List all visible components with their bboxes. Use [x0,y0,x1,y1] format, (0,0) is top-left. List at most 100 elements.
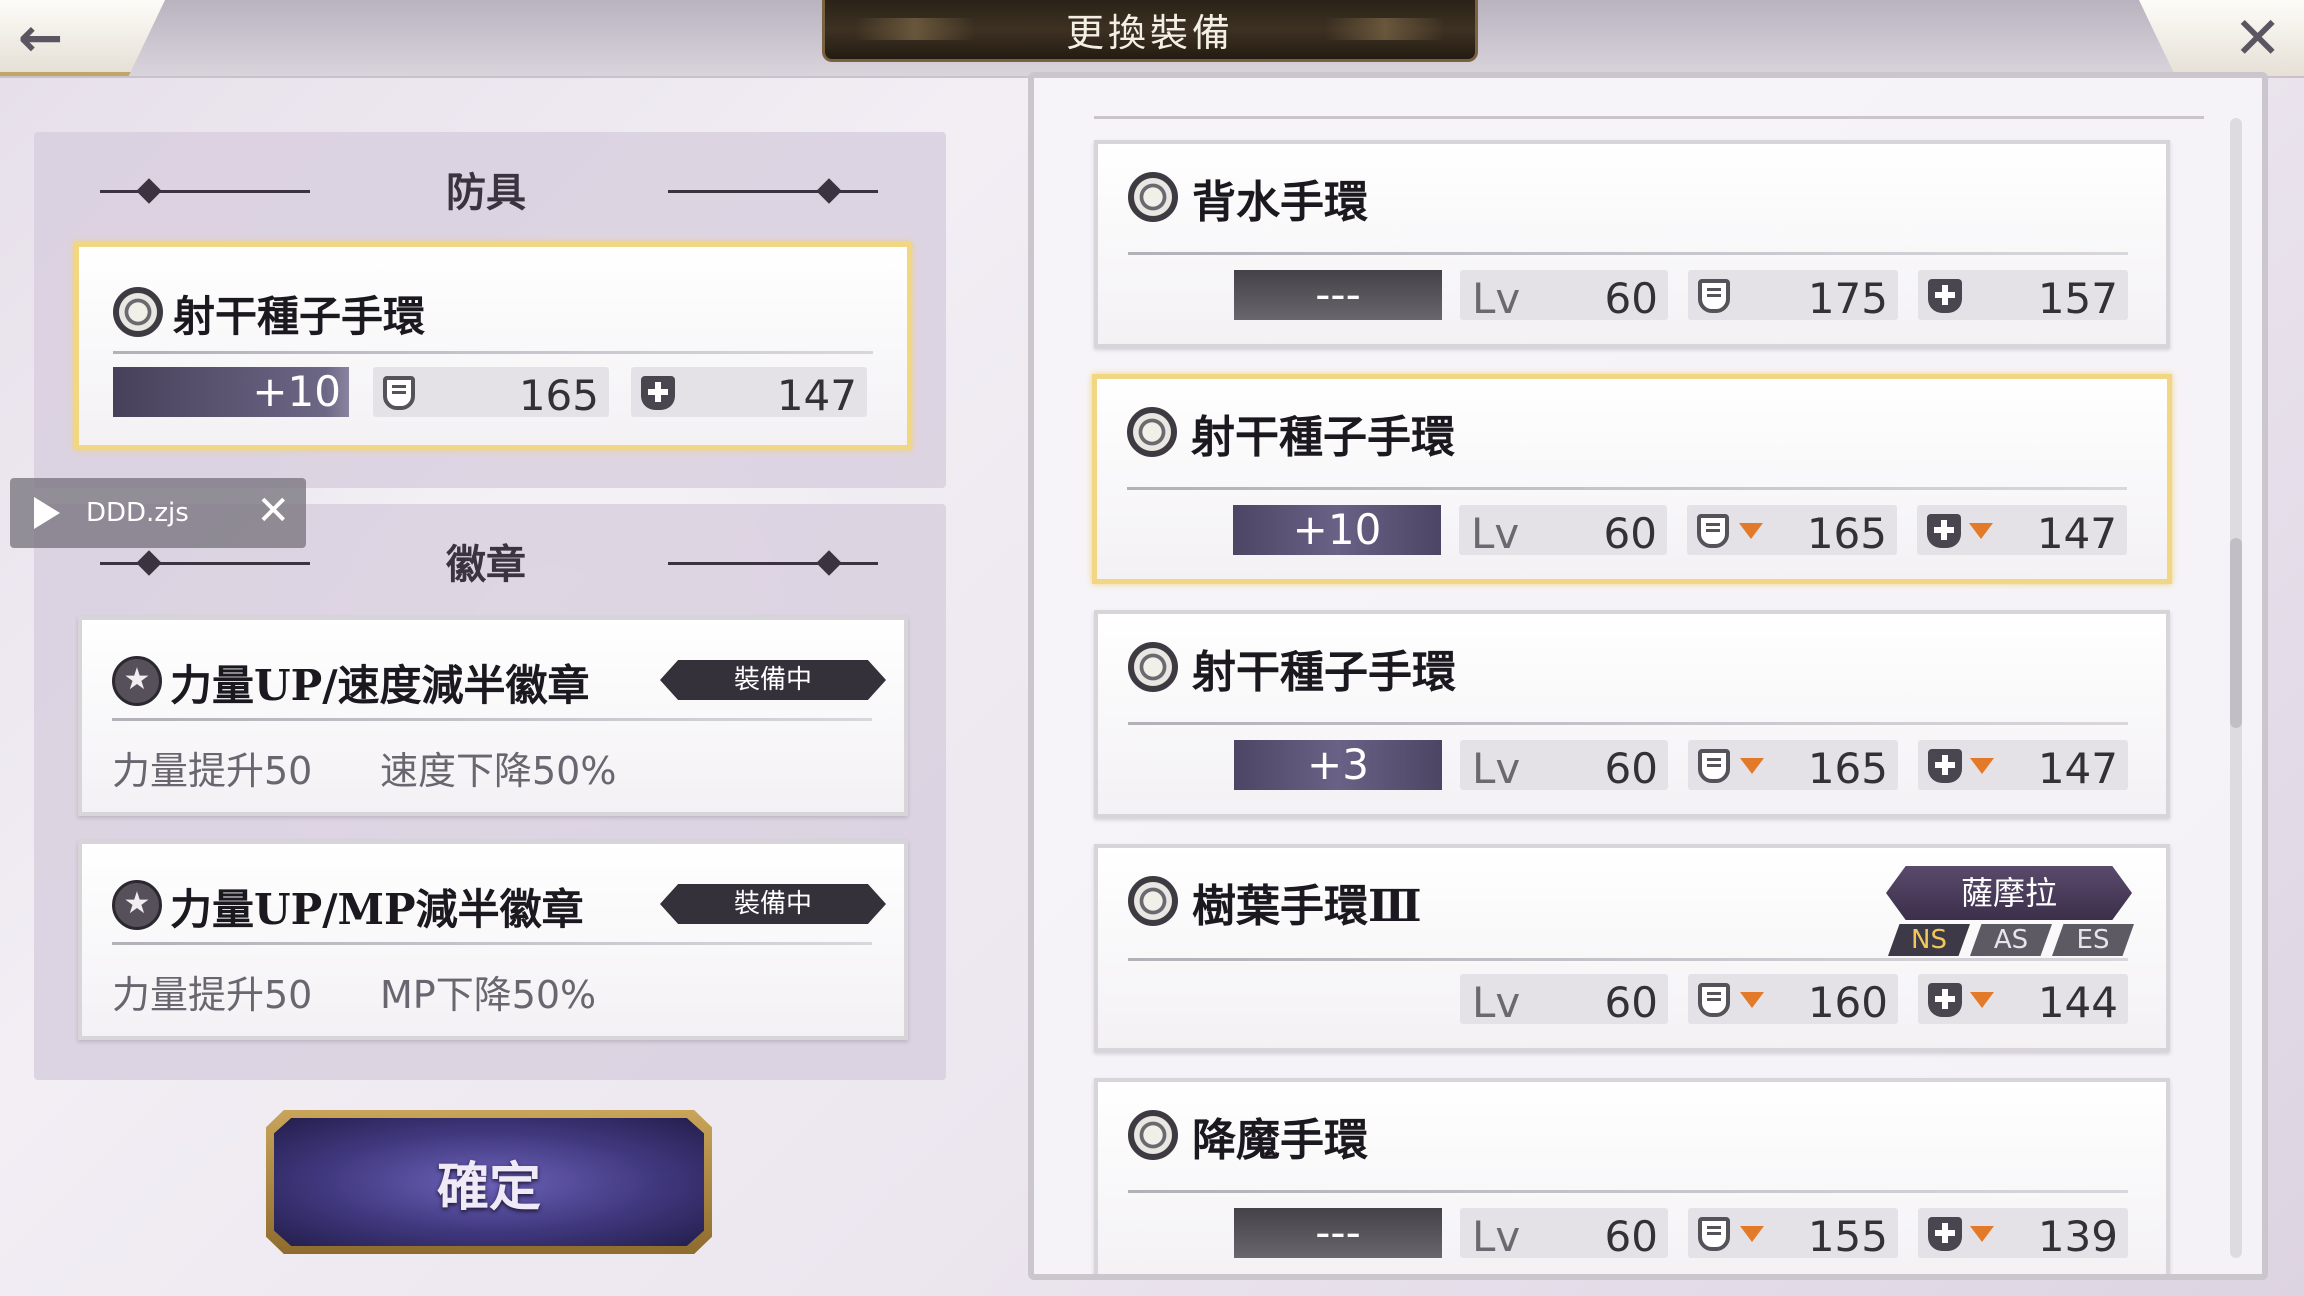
badge-effect-1: 力量提升50 [112,973,313,1017]
def-value: 165 [1806,509,1887,558]
level-label: Lv [1472,274,1521,323]
shield-icon [1698,749,1730,783]
shield-icon [383,376,415,410]
refine-level: --- [1234,270,1442,320]
def-stat: 165 [373,367,609,420]
list-item[interactable]: 背水手環 --- Lv 60 175 157 [1094,140,2170,348]
equipment-list[interactable]: 背水手環 --- Lv 60 175 157 射干種子手環 +10 Lv 60 … [1028,72,2268,1280]
level-value: 60 [1604,978,1658,1027]
cross-shield-icon [641,376,675,410]
shield-icon [1698,983,1730,1017]
mdef-stat: 157 [1918,270,2128,323]
close-icon[interactable]: ✕ [256,488,290,534]
play-icon[interactable] [34,497,60,529]
def-stat: 165 [1688,740,1898,793]
decrease-arrow-icon [1970,1226,1994,1242]
mdef-value: 139 [2037,1212,2118,1261]
mdef-value: 157 [2037,274,2118,323]
def-value: 175 [1807,274,1888,323]
mdef-stat: 147 [1918,740,2128,793]
style-tag-es: ES [2052,924,2134,956]
level-value: 60 [1603,509,1657,558]
def-stat: 165 [1687,505,1897,558]
level-stat: Lv 60 [1459,505,1667,558]
level-stat: Lv 60 [1460,1208,1668,1261]
confirm-label: 確定 [436,1156,541,1218]
decrease-arrow-icon [1740,758,1764,774]
list-item[interactable]: 樹葉手環Ⅲ 薩摩拉 NS AS ES Lv 60 160 144 [1094,844,2170,1052]
mdef-value: 144 [2037,978,2118,1027]
divider-right [668,562,878,565]
decrease-arrow-icon [1740,1226,1764,1242]
list-item[interactable]: 降魔手環 --- Lv 60 155 139 [1094,1078,2170,1274]
decrease-arrow-icon [1970,992,1994,1008]
def-value: 165 [518,371,599,420]
card-divider [1127,487,2127,490]
scrollbar[interactable] [2230,118,2242,1258]
item-name: 射干種子手環 [1192,647,1456,698]
card-divider [1128,1190,2128,1193]
item-name: 背水手環 [1192,177,1368,228]
mdef-stat: 144 [1918,974,2128,1027]
star-badge-icon: ★ [112,656,162,706]
cross-shield-icon [1928,983,1962,1017]
def-stat: 160 [1688,974,1898,1027]
badge-name: 力量UP/MP減半徽章 [170,885,584,934]
shield-icon [1698,1217,1730,1251]
cross-shield-icon [1927,514,1961,548]
level-value: 60 [1604,1212,1658,1261]
badge-card[interactable]: ★ 力量UP/MP減半徽章 裝備中 力量提升50 MP下降50% [78,840,908,1040]
video-overlay[interactable]: DDD.zjs ✕ [10,478,306,548]
card-divider [112,942,872,945]
decrease-arrow-icon [1740,992,1764,1008]
def-stat: 155 [1688,1208,1898,1261]
mdef-stat: 147 [1917,505,2127,558]
divider-left [100,562,310,565]
ornament-icon [855,18,975,40]
mdef-stat: 147 [631,367,867,420]
level-label: Lv [1472,978,1521,1027]
confirm-button[interactable]: 確定 [266,1110,712,1254]
list-item-selected[interactable]: 射干種子手環 +10 Lv 60 165 147 [1092,374,2172,584]
style-tag-as: AS [1970,924,2052,956]
mdef-value: 147 [2037,744,2118,793]
equipped-tag: 裝備中 [660,660,886,700]
equipped-armor-card[interactable]: 射干種子手環 +10 165 147 [74,242,912,450]
cross-shield-icon [1928,749,1962,783]
confirm-button-face: 確定 [274,1118,704,1246]
character-tag: 薩摩拉 [1886,866,2132,920]
scrollbar-thumb[interactable] [2230,538,2242,728]
card-divider [1128,252,2128,255]
level-stat: Lv 60 [1460,270,1668,323]
badge-card[interactable]: ★ 力量UP/速度減半徽章 裝備中 力量提升50 速度下降50% [78,616,908,816]
page-title: 更換裝備 [1065,11,1234,55]
level-label: Lv [1471,509,1520,558]
card-divider [113,351,873,354]
level-value: 60 [1604,274,1658,323]
item-name: 降魔手環 [1192,1115,1368,1166]
item-name: 射干種子手環 [1191,412,1455,463]
bracelet-icon [1128,1110,1178,1160]
style-tags: NS AS ES [1888,924,2134,956]
mdef-value: 147 [2036,509,2117,558]
armor-name: 射干種子手環 [173,292,426,341]
level-value: 60 [1604,744,1658,793]
refine-level: +10 [113,367,349,417]
style-tag-ns: NS [1888,924,1970,956]
armor-section-title: 防具 [446,169,526,216]
badge-effect-2: 速度下降50% [380,749,617,793]
bracelet-icon [1128,172,1178,222]
badge-section-title: 徽章 [446,541,526,588]
mdef-stat: 139 [1918,1208,2128,1261]
list-item[interactable]: 射干種子手環 +3 Lv 60 165 147 [1094,610,2170,818]
decrease-arrow-icon [1739,523,1763,539]
level-stat: Lv 60 [1460,974,1668,1027]
decrease-arrow-icon [1970,758,1994,774]
card-divider [112,718,872,721]
cross-shield-icon [1928,1217,1962,1251]
video-filename: DDD.zjs [86,498,189,528]
divider-left [100,190,310,193]
level-stat: Lv 60 [1460,740,1668,793]
shield-icon [1697,514,1729,548]
title-plate: 更換裝備 [822,0,1478,62]
